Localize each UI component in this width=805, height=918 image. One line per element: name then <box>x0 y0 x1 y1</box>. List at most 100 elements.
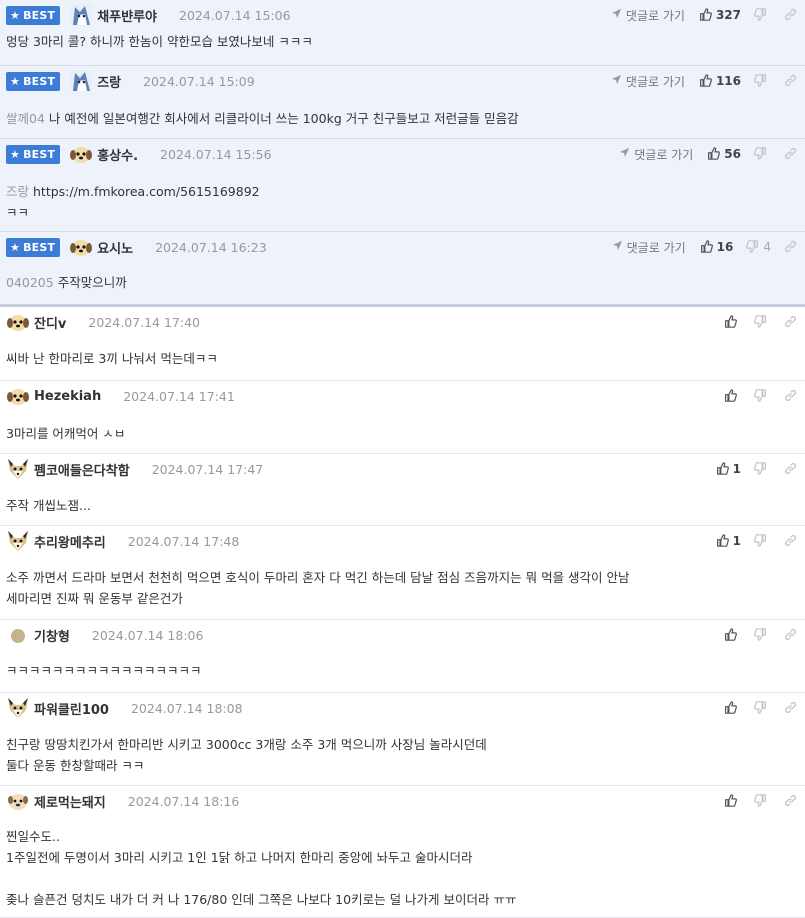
avatar[interactable] <box>69 3 93 27</box>
upvote-button[interactable] <box>724 313 741 332</box>
comment-actions: 댓글로 가기 327 <box>611 0 799 30</box>
thumbs-down-icon <box>754 387 767 406</box>
comment: Hezekiah 2024.07.14 17:41 3마리를 어캐먹어 ㅅㅂ <box>0 381 805 454</box>
downvote-button[interactable] <box>754 699 771 718</box>
thumbs-up-icon <box>724 313 737 332</box>
thumbs-up-icon <box>724 387 737 406</box>
link-icon[interactable] <box>784 532 797 551</box>
author-nickname[interactable]: 채푸뱐루야 <box>97 6 157 25</box>
best-badge: ★ BEST <box>6 71 61 91</box>
comment-line <box>6 868 516 889</box>
downvote-button[interactable] <box>754 313 771 332</box>
link-icon[interactable] <box>784 792 797 811</box>
link-icon[interactable] <box>784 145 797 164</box>
comment-line: 1주일전에 두명이서 3마리 시키고 1인 1닭 하고 나머지 한마리 중앙에 … <box>6 850 473 865</box>
comment-body: 씨바 난 한마리로 3끼 나눠서 먹는데ㅋㅋ <box>6 348 218 369</box>
send-arrow-icon <box>612 240 627 254</box>
author-nickname[interactable]: 홍상수. <box>97 145 138 164</box>
comment: 파워클린100 2024.07.14 18:08 친구랑 땅땅치킨가서 한마리반 시… <box>0 693 805 786</box>
comment-line: 멍당 3마리 콜? 하니까 한놈이 약한모습 보였나보네 ㅋㅋㅋ <box>6 34 313 49</box>
link-icon[interactable] <box>784 238 797 257</box>
comment-timestamp: 2024.07.14 15:09 <box>143 73 255 89</box>
comment-header: 파워클린100 2024.07.14 18:08 <box>6 693 243 723</box>
comment-actions <box>724 307 799 337</box>
downvote-button[interactable] <box>754 460 771 479</box>
link-icon[interactable] <box>784 626 797 645</box>
link-icon[interactable] <box>784 460 797 479</box>
star-icon: ★ <box>10 147 21 161</box>
comment-body: 멍당 3마리 콜? 하니까 한놈이 약한모습 보였나보네 ㅋㅋㅋ <box>6 31 313 52</box>
link-icon[interactable] <box>784 6 797 25</box>
avatar[interactable] <box>6 789 30 813</box>
upvote-button[interactable] <box>724 699 741 718</box>
upvote-button[interactable]: 16 <box>700 238 734 257</box>
link-icon[interactable] <box>784 313 797 332</box>
reply-target[interactable]: 즈랑 <box>6 184 29 199</box>
avatar[interactable] <box>69 235 93 259</box>
comment: 추리왕메추리 2024.07.14 17:48 1 소주 까면서 드라마 보면서 천천… <box>0 526 805 620</box>
avatar[interactable] <box>6 623 30 647</box>
avatar[interactable] <box>6 384 30 408</box>
avatar[interactable] <box>69 142 93 166</box>
upvote-button[interactable]: 327 <box>699 6 741 25</box>
comment-line: 쌀께04 나 예전에 일본여행간 회사에서 리클라이너 쓰는 100kg 거구 … <box>6 111 519 126</box>
thumbs-down-icon <box>754 313 767 332</box>
comment-actions <box>724 693 799 723</box>
comment-line: 040205 주작맞으니까 <box>6 275 127 290</box>
author-nickname[interactable]: 즈랑 <box>97 72 121 91</box>
upvote-button[interactable] <box>724 626 741 645</box>
reply-target[interactable]: 040205 <box>6 275 54 290</box>
link-icon[interactable] <box>784 72 797 91</box>
downvote-button[interactable] <box>754 6 771 25</box>
send-arrow-icon <box>611 8 626 22</box>
comment-timestamp: 2024.07.14 18:08 <box>130 700 243 716</box>
upvote-button[interactable]: 116 <box>699 72 741 91</box>
author-nickname[interactable]: 요시노 <box>97 238 133 257</box>
downvote-button[interactable]: 4 <box>746 238 771 257</box>
upvote-count: 16 <box>716 240 734 254</box>
thumbs-down-icon <box>746 238 759 257</box>
upvote-button[interactable]: 56 <box>707 145 741 164</box>
comment: 제로먹는돼지 2024.07.14 18:16 찐일수도.. 1주일전에 두명이서 3… <box>0 786 805 918</box>
go-to-reply-link[interactable]: 댓글로 가기 <box>612 239 686 256</box>
downvote-button[interactable] <box>754 792 771 811</box>
downvote-button[interactable] <box>754 626 771 645</box>
avatar[interactable] <box>6 529 30 553</box>
downvote-button[interactable] <box>754 72 771 91</box>
thumbs-up-icon <box>699 72 712 91</box>
comment-actions <box>724 620 799 650</box>
upvote-button[interactable]: 1 <box>716 532 741 551</box>
downvote-button[interactable] <box>754 145 771 164</box>
author-nickname[interactable]: 제로먹는돼지 <box>34 792 106 811</box>
author-nickname[interactable]: 추리왕메추리 <box>34 532 106 551</box>
avatar[interactable] <box>6 696 30 720</box>
link-icon[interactable] <box>784 387 797 406</box>
thumbs-down-icon <box>754 145 767 164</box>
upvote-button[interactable] <box>724 792 741 811</box>
author-nickname[interactable]: 기창형 <box>34 626 70 645</box>
go-to-reply-link[interactable]: 댓글로 가기 <box>611 7 685 24</box>
avatar[interactable] <box>69 69 93 93</box>
author-nickname[interactable]: Hezekiah <box>34 389 101 404</box>
best-badge: ★ BEST <box>6 5 61 25</box>
avatar[interactable] <box>6 457 30 481</box>
go-to-reply-link[interactable]: 댓글로 가기 <box>611 73 685 90</box>
comment-actions: 댓글로 가기 116 <box>611 66 799 96</box>
author-nickname[interactable]: 잔디v <box>34 313 66 332</box>
downvote-button[interactable] <box>754 387 771 406</box>
comment-header: 기창형 2024.07.14 18:06 <box>6 620 203 650</box>
comment-line: 좆나 슬픈건 덩치도 내가 더 커 나 176/80 인데 그쪽은 나보다 10… <box>6 892 517 907</box>
author-nickname[interactable]: 파워클린100 <box>34 699 109 718</box>
thumbs-up-icon <box>724 626 737 645</box>
comment-body: 040205 주작맞으니까 <box>6 272 127 293</box>
avatar[interactable] <box>6 310 30 334</box>
go-to-reply-link[interactable]: 댓글로 가기 <box>619 146 693 163</box>
thumbs-down-icon <box>754 699 767 718</box>
upvote-button[interactable]: 1 <box>716 460 741 479</box>
link-icon[interactable] <box>784 699 797 718</box>
author-nickname[interactable]: 펨코애들은다착함 <box>34 460 130 479</box>
thumbs-up-icon <box>716 460 729 479</box>
downvote-button[interactable] <box>754 532 771 551</box>
upvote-button[interactable] <box>724 387 741 406</box>
reply-target[interactable]: 쌀께04 <box>6 111 45 126</box>
